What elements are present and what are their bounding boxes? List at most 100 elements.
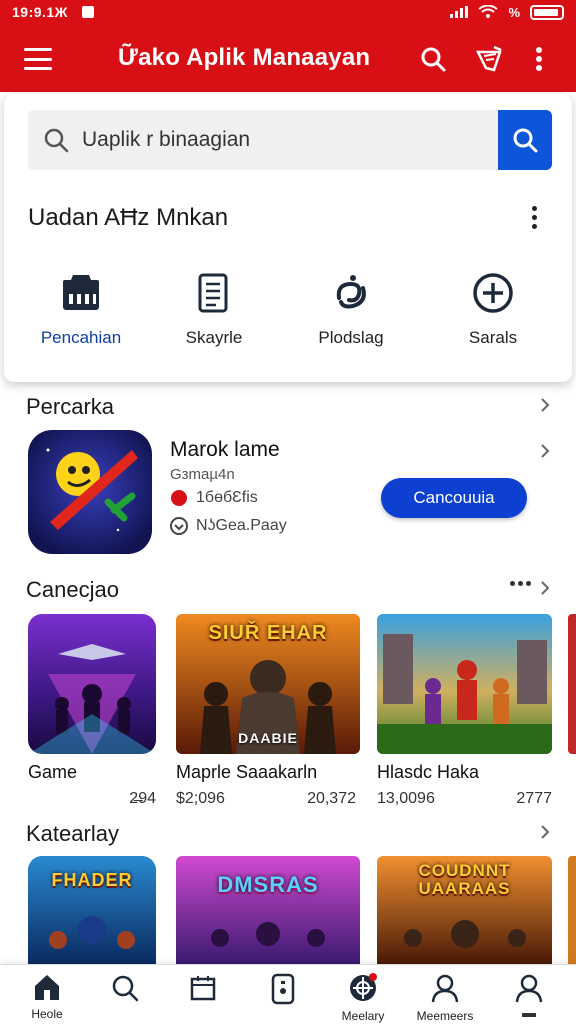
install-button[interactable]: Cancouuia	[381, 478, 527, 518]
quick-action-label: Sarals	[468, 328, 518, 347]
featured-stat: 1бөбƐfis	[196, 489, 258, 506]
game-tile[interactable]: DMSRAS	[176, 856, 360, 964]
chevron-right-icon[interactable]	[536, 394, 554, 416]
featured-downloads: 1бөбƐfis	[170, 489, 258, 507]
quick-action-skayrle[interactable]: Skayrle	[149, 272, 279, 348]
status-time: 19:9.1Ж	[12, 4, 68, 20]
more-horiz-icon[interactable]	[510, 581, 531, 586]
app-store-screen: 19:9.1Ж % Ữako Aplik Manaayan Uaplik r b…	[0, 0, 576, 1024]
featured-app-name[interactable]: Marok lame	[170, 438, 280, 462]
nav-account[interactable]	[490, 973, 568, 1017]
game-tile[interactable]: FHADER	[28, 856, 156, 964]
more-vert-icon[interactable]	[524, 202, 544, 232]
quick-action-label: Plodslag	[318, 328, 384, 347]
game-art: FHADER	[28, 856, 156, 964]
quick-action-label: Skayrle	[185, 328, 243, 347]
featured-stat: NʖGea.Paay	[196, 517, 287, 534]
game-art	[568, 614, 576, 754]
home-icon	[35, 975, 59, 1000]
heart-icon	[170, 517, 188, 535]
top-bar: 19:9.1Ж % Ữako Aplik Manaayan	[0, 0, 576, 92]
nav-label: Meelary	[341, 1009, 385, 1023]
chevron-right-icon[interactable]	[536, 821, 554, 843]
game-art: COUDNNT UAARAAS	[377, 856, 552, 964]
plus-circle-icon	[473, 273, 513, 313]
swirl-icon	[336, 275, 366, 309]
game-art	[377, 614, 552, 754]
game-name: Game	[28, 762, 78, 782]
status-bar: 19:9.1Ж %	[0, 0, 576, 24]
quick-action-plodslag[interactable]: Plodslag	[286, 272, 416, 348]
account-icon	[515, 974, 543, 1003]
nav-home[interactable]: Heole	[8, 973, 86, 1021]
game-tile[interactable]: COUDNNT UAARAAS	[377, 856, 552, 964]
download-icon	[171, 490, 187, 506]
game-art-title: FHADER	[51, 870, 133, 890]
battery-percent-icon: %	[508, 4, 520, 20]
person-icon	[431, 974, 459, 1003]
game-tile-partial[interactable]	[568, 614, 576, 754]
featured-app-icon[interactable]	[28, 430, 152, 554]
nav-device[interactable]	[244, 973, 322, 1005]
wifi-icon	[478, 5, 499, 18]
quick-action-label: Pencahian	[40, 328, 122, 347]
signal-icon	[450, 6, 469, 18]
app-title: Ữako Aplik Manaayan	[118, 44, 371, 71]
search-button[interactable]	[498, 110, 552, 170]
game-art-subtitle: DAABIE	[238, 730, 298, 746]
search-icon	[513, 128, 538, 153]
globe-icon	[350, 973, 377, 1001]
quick-actions-card: Uadan AĦz Mnkan Pencahian Skayrle Plodsl…	[4, 94, 572, 382]
chevron-right-icon[interactable]	[536, 440, 554, 462]
search-icon	[112, 975, 139, 1002]
game-name: Maprle Saaakarln	[176, 762, 318, 782]
game-art-title: DMSRAS	[217, 872, 319, 897]
search-icon	[44, 128, 69, 153]
calendar-icon	[190, 976, 216, 1001]
game-tile[interactable]: Game 2̶94	[28, 614, 156, 814]
app-bar: Ữako Aplik Manaayan	[0, 28, 576, 92]
notification-icon	[81, 6, 94, 18]
device-icon	[271, 973, 295, 1005]
section-title-2: Canecjao	[26, 577, 119, 602]
game-art-title: SIUŘ EHAR	[208, 622, 328, 644]
game-meta: 2̶94	[129, 790, 156, 807]
section-title-featured: Percarka	[26, 394, 115, 419]
game-meta: 2777	[516, 790, 552, 807]
quick-action-sarals[interactable]: Sarals	[428, 272, 558, 348]
game-art-title: COUDNNT UAARAAS	[418, 861, 511, 898]
game-art	[28, 614, 156, 754]
game-meta: 13,0096	[377, 790, 435, 807]
nav-search[interactable]	[86, 973, 164, 1003]
game-art: DMSRAS	[176, 856, 360, 964]
more-vert-icon[interactable]	[524, 42, 554, 76]
game-name: Hlasdc Haka	[377, 762, 480, 782]
nav-label: Heole	[31, 1007, 63, 1021]
game-tile-partial[interactable]	[568, 856, 576, 964]
game-tile[interactable]: Hlasdc Haka 13,0096 2777	[377, 614, 552, 814]
nav-meemeers[interactable]: Meemeers	[406, 973, 484, 1023]
section-title-3: Katearlay	[26, 821, 119, 846]
nav-label: Meemeers	[416, 1009, 474, 1023]
search-icon[interactable]	[416, 42, 450, 76]
chevron-right-icon[interactable]	[536, 577, 554, 599]
battery-icon	[530, 4, 564, 20]
menu-icon[interactable]	[24, 48, 52, 70]
nav-indicator	[522, 1013, 536, 1017]
nav-calendar[interactable]	[164, 973, 242, 1003]
game-tile[interactable]: SIUŘ EHAR DAABIE Maprle Saaakarln $2;096…	[176, 614, 360, 814]
list-doc-icon	[198, 273, 228, 313]
search-input[interactable]	[82, 128, 482, 152]
nav-meelary[interactable]: Meelary	[324, 973, 402, 1023]
game-art	[568, 856, 576, 964]
game-art: SIUŘ EHAR DAABIE	[176, 614, 360, 754]
card-title: Uadan AĦz Mnkan	[28, 204, 229, 231]
search-bar	[28, 110, 500, 170]
bottom-navigation: Heole Meelary Meemeers	[0, 964, 576, 1024]
gift-icon[interactable]	[472, 42, 506, 76]
quick-action-pencahian[interactable]: Pencahian	[16, 272, 146, 348]
featured-app-category: Gзmaµ4n	[170, 466, 235, 483]
game-meta: 20,372	[307, 790, 356, 807]
game-meta: $2;096	[176, 790, 225, 807]
featured-rating: NʖGea.Paay	[170, 517, 287, 535]
